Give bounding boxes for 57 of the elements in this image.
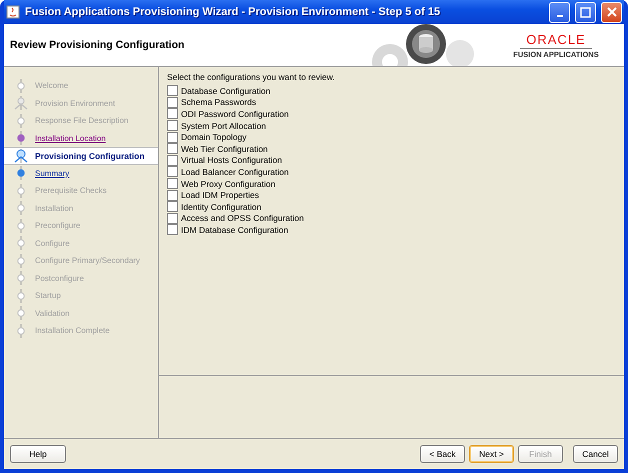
checkbox-label: Load Balancer Configuration — [181, 166, 289, 177]
checkbox-label: IDM Database Configuration — [181, 224, 288, 235]
step-item[interactable]: Postconfigure — [35, 274, 84, 283]
close-button[interactable] — [601, 2, 622, 22]
person-icon — [14, 148, 28, 163]
wizard-button[interactable]: < Back — [420, 445, 465, 463]
step-item[interactable]: Installation — [35, 204, 74, 213]
step-item[interactable]: Configure — [35, 238, 70, 248]
checkbox[interactable] — [167, 178, 178, 190]
minimize-icon — [556, 15, 562, 17]
checkbox-label: Access and OPSS Configuration — [181, 213, 304, 224]
checkbox[interactable] — [167, 85, 178, 96]
checkbox-label: Domain Topology — [181, 132, 247, 142]
checkbox-label: Web Proxy Configuration — [181, 178, 276, 189]
step-item[interactable]: Prerequisite Checks — [35, 186, 107, 196]
step-item[interactable]: Configure Primary/Secondary — [35, 256, 140, 266]
checkbox[interactable] — [167, 143, 178, 154]
checkbox-label: Identity Configuration — [181, 202, 262, 212]
app-icon — [6, 5, 20, 19]
checkbox-label: Virtual Hosts Configuration — [181, 155, 282, 166]
checkbox[interactable] — [167, 201, 178, 212]
checkbox[interactable] — [167, 224, 178, 236]
brand-logo: ORACLE — [520, 32, 592, 48]
minimize-button[interactable] — [549, 2, 570, 22]
checkbox[interactable] — [167, 212, 178, 224]
checkbox[interactable] — [167, 108, 178, 120]
step-item[interactable]: Summary — [35, 168, 70, 178]
step-item[interactable]: Startup — [35, 291, 61, 300]
step-item[interactable]: Installation Complete — [35, 326, 110, 336]
maximize-icon — [580, 6, 591, 18]
help-button[interactable]: Help — [10, 445, 66, 463]
checkbox-label: Web Tier Configuration — [181, 144, 268, 154]
page-title: Review Provisioning Configuration — [9, 39, 186, 51]
checkbox-label: System Port Allocation — [181, 120, 266, 131]
maximize-button[interactable] — [575, 2, 596, 22]
step-item[interactable]: Installation Location — [35, 134, 106, 143]
checkbox[interactable] — [167, 154, 178, 166]
checkbox[interactable] — [167, 190, 178, 201]
step-item[interactable]: Provision Environment — [35, 98, 116, 108]
step-item[interactable]: Response File Description — [35, 116, 128, 126]
checkbox-label: ODI Password Configuration — [181, 108, 289, 119]
checkbox[interactable] — [167, 132, 178, 143]
checkbox-label: Schema Passwords — [181, 97, 256, 108]
window-title: Fusion Applications Provisioning Wizard - Provision Environment - Step 5 of 15 — [25, 6, 442, 18]
wizard-button[interactable]: Next > — [469, 445, 514, 463]
checkbox-label: Load IDM Properties — [181, 190, 259, 200]
checkbox[interactable] — [167, 166, 178, 178]
step-item[interactable]: Welcome — [35, 81, 68, 90]
step-item[interactable]: Preconfigure — [35, 221, 80, 230]
close-icon — [606, 7, 616, 17]
wizard-button[interactable]: Cancel — [573, 445, 618, 463]
person-icon — [14, 96, 28, 110]
step-item[interactable]: Validation — [35, 308, 70, 318]
checkbox[interactable] — [167, 120, 178, 132]
checkbox-label: Database Configuration — [181, 86, 270, 96]
checkbox[interactable] — [167, 96, 178, 108]
instruction-text: Select the configurations you want to review. — [167, 72, 336, 82]
